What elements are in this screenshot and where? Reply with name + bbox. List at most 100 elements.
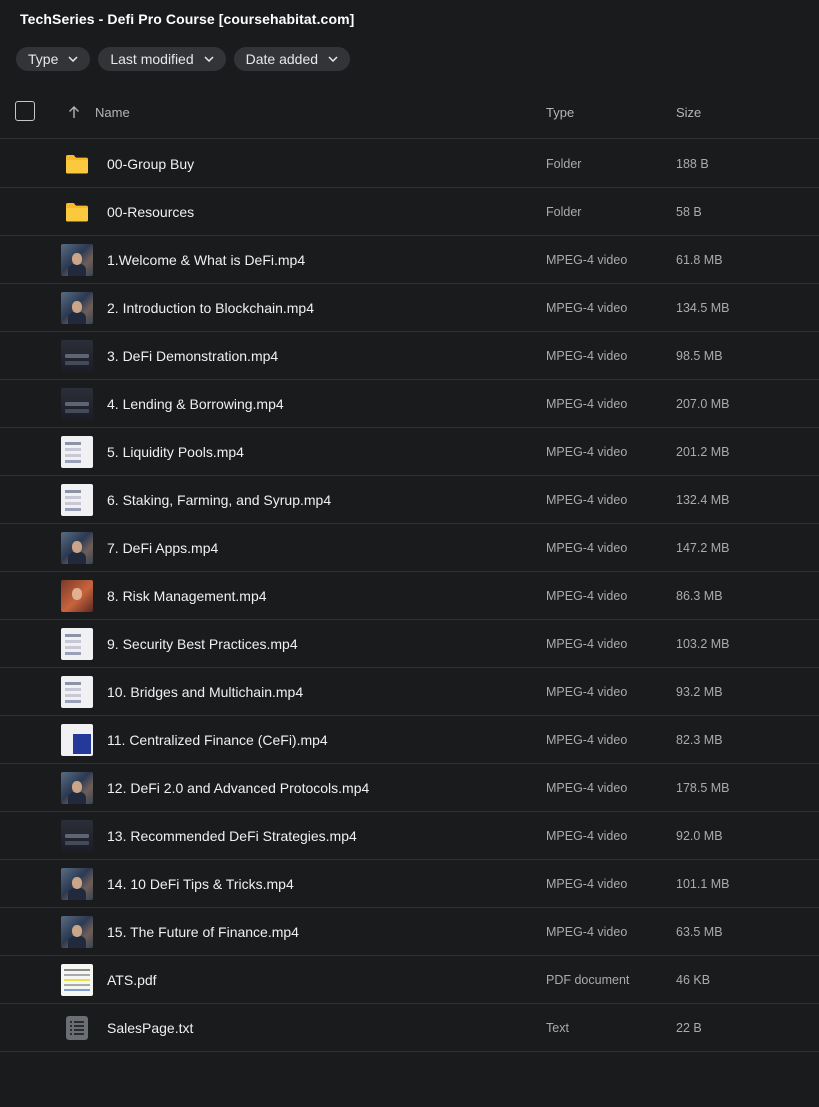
- file-type: MPEG-4 video: [546, 349, 628, 363]
- file-size: 201.2 MB: [676, 445, 730, 459]
- video-thumbnail: [61, 388, 93, 420]
- page-title: TechSeries - Defi Pro Course [coursehabi…: [20, 11, 355, 27]
- filter-label: Last modified: [110, 51, 194, 67]
- file-size: 101.1 MB: [676, 877, 730, 891]
- video-thumbnail: [61, 772, 93, 804]
- file-name: 00-Resources: [107, 204, 195, 220]
- file-row[interactable]: 00-Resources Folder 58 B: [0, 188, 819, 236]
- file-row[interactable]: 5. Liquidity Pools.mp4 MPEG-4 video 201.2 …: [0, 428, 819, 476]
- file-name: 00-Group Buy: [107, 156, 195, 172]
- filter-label: Date added: [245, 51, 319, 67]
- table-header: Name Type Size: [0, 88, 819, 139]
- file-name: 13. Recommended DeFi Strategies.mp4: [107, 828, 357, 844]
- file-type: MPEG-4 video: [546, 397, 628, 411]
- file-size: 93.2 MB: [676, 685, 723, 699]
- folder-icon: [61, 148, 93, 180]
- file-type: MPEG-4 video: [546, 301, 628, 315]
- file-row[interactable]: 6. Staking, Farming, and Syrup.mp4 MPEG-4…: [0, 476, 819, 524]
- file-name: 4. Lending & Borrowing.mp4: [107, 396, 284, 412]
- file-name: 8. Risk Management.mp4: [107, 588, 267, 604]
- file-type: MPEG-4 video: [546, 253, 628, 267]
- file-name: 7. DeFi Apps.mp4: [107, 540, 219, 556]
- file-name: 15. The Future of Finance.mp4: [107, 924, 299, 940]
- chevron-down-icon: [328, 56, 338, 62]
- file-type: MPEG-4 video: [546, 733, 628, 747]
- file-name: 6. Staking, Farming, and Syrup.mp4: [107, 492, 332, 508]
- file-row[interactable]: 4. Lending & Borrowing.mp4 MPEG-4 video 20…: [0, 380, 819, 428]
- text-file-icon: [61, 1012, 93, 1044]
- file-row[interactable]: 3. DeFi Demonstration.mp4 MPEG-4 video 98.…: [0, 332, 819, 380]
- file-type: MPEG-4 video: [546, 781, 628, 795]
- sort-arrow-up-icon[interactable]: [68, 105, 80, 119]
- file-size: 63.5 MB: [676, 925, 723, 939]
- file-name: 3. DeFi Demonstration.mp4: [107, 348, 279, 364]
- video-thumbnail: [61, 244, 93, 276]
- file-size: 86.3 MB: [676, 589, 723, 603]
- file-row[interactable]: 9. Security Best Practices.mp4 MPEG-4 vid…: [0, 620, 819, 668]
- file-name: SalesPage.txt: [107, 1020, 194, 1036]
- file-size: 58 B: [676, 205, 702, 219]
- file-row[interactable]: 14. 10 DeFi Tips & Tricks.mp4 MPEG-4 vide…: [0, 860, 819, 908]
- column-header-name[interactable]: Name: [95, 105, 130, 120]
- file-type: MPEG-4 video: [546, 637, 628, 651]
- filter-label: Type: [28, 51, 59, 67]
- file-size: 178.5 MB: [676, 781, 730, 795]
- pdf-thumbnail: [61, 964, 93, 996]
- chevron-down-icon: [204, 56, 214, 62]
- file-name: 11. Centralized Finance (CeFi).mp4: [107, 732, 328, 748]
- file-type: MPEG-4 video: [546, 493, 628, 507]
- file-size: 132.4 MB: [676, 493, 730, 507]
- file-size: 61.8 MB: [676, 253, 723, 267]
- file-type: Folder: [546, 157, 582, 171]
- file-row[interactable]: 10. Bridges and Multichain.mp4 MPEG-4 vid…: [0, 668, 819, 716]
- file-row[interactable]: 8. Risk Management.mp4 MPEG-4 video 86.3 M…: [0, 572, 819, 620]
- file-name: 12. DeFi 2.0 and Advanced Protocols.mp4: [107, 780, 370, 796]
- filter-bar: Type Last modified Date added: [16, 47, 351, 71]
- file-type: MPEG-4 video: [546, 541, 628, 555]
- file-size: 188 B: [676, 157, 709, 171]
- folder-icon: [61, 196, 93, 228]
- file-name: 10. Bridges and Multichain.mp4: [107, 684, 304, 700]
- file-row[interactable]: 13. Recommended DeFi Strategies.mp4 MPEG-…: [0, 812, 819, 860]
- file-row[interactable]: 11. Centralized Finance (CeFi).mp4 MPEG-4…: [0, 716, 819, 764]
- video-thumbnail: [61, 292, 93, 324]
- file-type: MPEG-4 video: [546, 589, 628, 603]
- video-thumbnail: [61, 820, 93, 852]
- select-all-checkbox[interactable]: [15, 101, 35, 121]
- file-type: PDF document: [546, 973, 630, 987]
- video-thumbnail: [61, 484, 93, 516]
- file-type: Folder: [546, 205, 582, 219]
- video-thumbnail: [61, 436, 93, 468]
- file-row[interactable]: 12. DeFi 2.0 and Advanced Protocols.mp4 M…: [0, 764, 819, 812]
- video-thumbnail: [61, 916, 93, 948]
- file-size: 207.0 MB: [676, 397, 730, 411]
- file-row[interactable]: 2. Introduction to Blockchain.mp4 MPEG-4 …: [0, 284, 819, 332]
- file-size: 98.5 MB: [676, 349, 723, 363]
- file-size: 103.2 MB: [676, 637, 730, 651]
- file-size: 134.5 MB: [676, 301, 730, 315]
- file-type: Text: [546, 1021, 569, 1035]
- file-row[interactable]: ATS.pdf PDF document 46 KB: [0, 956, 819, 1004]
- video-thumbnail: [61, 340, 93, 372]
- file-row[interactable]: 7. DeFi Apps.mp4 MPEG-4 video 147.2 MB: [0, 524, 819, 572]
- file-name: 2. Introduction to Blockchain.mp4: [107, 300, 315, 316]
- file-type: MPEG-4 video: [546, 445, 628, 459]
- file-row[interactable]: 00-Group Buy Folder 188 B: [0, 140, 819, 188]
- video-thumbnail: [61, 724, 93, 756]
- file-row[interactable]: 1.Welcome & What is DeFi.mp4 MPEG-4 video…: [0, 236, 819, 284]
- file-row[interactable]: SalesPage.txt Text 22 B: [0, 1004, 819, 1052]
- file-name: 1.Welcome & What is DeFi.mp4: [107, 252, 306, 268]
- file-size: 22 B: [676, 1021, 702, 1035]
- video-thumbnail: [61, 676, 93, 708]
- filter-date-added-button[interactable]: Date added: [233, 47, 351, 71]
- file-size: 82.3 MB: [676, 733, 723, 747]
- video-thumbnail: [61, 628, 93, 660]
- column-header-type[interactable]: Type: [546, 105, 574, 120]
- filter-type-button[interactable]: Type: [16, 47, 91, 71]
- file-size: 147.2 MB: [676, 541, 730, 555]
- file-row[interactable]: 15. The Future of Finance.mp4 MPEG-4 vide…: [0, 908, 819, 956]
- filter-last-modified-button[interactable]: Last modified: [98, 47, 226, 71]
- column-header-size[interactable]: Size: [676, 105, 701, 120]
- chevron-down-icon: [68, 56, 78, 62]
- file-type: MPEG-4 video: [546, 925, 628, 939]
